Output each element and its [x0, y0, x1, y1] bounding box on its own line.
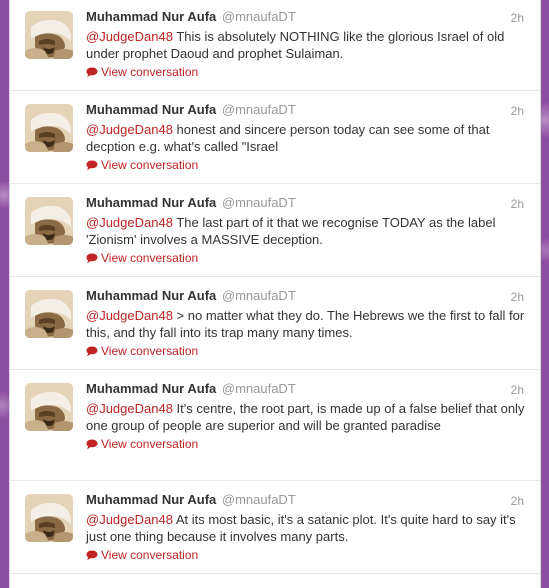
tweet-text: @JudgeDan48 > no matter what they do. Th… [86, 307, 526, 341]
tweet[interactable]: Muhammad Nur Aufa @mnaufaDT 2h @JudgeDan… [10, 277, 540, 370]
avatar-image [25, 104, 73, 152]
view-conversation-link[interactable]: View conversation [86, 65, 526, 80]
view-conversation-label[interactable]: View conversation [101, 251, 198, 266]
speech-bubble-icon [86, 253, 98, 264]
speech-bubble-icon [86, 439, 98, 450]
view-conversation-label[interactable]: View conversation [101, 158, 198, 173]
mention-link[interactable]: @JudgeDan48 [86, 122, 173, 137]
author-fullname[interactable]: Muhammad Nur Aufa [86, 492, 216, 507]
view-conversation-link[interactable]: View conversation [86, 344, 526, 359]
avatar-image [25, 383, 73, 431]
tweet-text: @JudgeDan48 The last part of it that we … [86, 214, 526, 248]
avatar-image [25, 494, 73, 542]
view-conversation-label[interactable]: View conversation [101, 65, 198, 80]
tweet-timestamp[interactable]: 2h [511, 104, 524, 118]
view-conversation-label[interactable]: View conversation [101, 548, 198, 563]
avatar[interactable] [25, 11, 73, 59]
tweet-text: @JudgeDan48 It's centre, the root part, … [86, 400, 526, 434]
tweet-timestamp[interactable]: 2h [511, 197, 524, 211]
avatar-image [25, 197, 73, 245]
tweet[interactable]: Muhammad Nur Aufa @mnaufaDT 2h @JudgeDan… [10, 91, 540, 184]
tweet-header: Muhammad Nur Aufa @mnaufaDT [86, 492, 526, 509]
avatar[interactable] [25, 290, 73, 338]
tweet-text: @JudgeDan48 honest and sincere person to… [86, 121, 526, 155]
author-fullname[interactable]: Muhammad Nur Aufa [86, 9, 216, 24]
avatar[interactable] [25, 494, 73, 542]
tweet-timestamp[interactable]: 2h [511, 290, 524, 304]
author-username[interactable]: @mnaufaDT [222, 492, 296, 507]
tweet-header: Muhammad Nur Aufa @mnaufaDT [86, 9, 526, 26]
author-fullname[interactable]: Muhammad Nur Aufa [86, 195, 216, 210]
author-username[interactable]: @mnaufaDT [222, 195, 296, 210]
tweet-text: @JudgeDan48 This is absolutely NOTHING l… [86, 28, 526, 62]
tweet-timeline: Muhammad Nur Aufa @mnaufaDT 2h @JudgeDan… [9, 0, 541, 588]
tweet-header: Muhammad Nur Aufa @mnaufaDT [86, 381, 526, 398]
mention-link[interactable]: @JudgeDan48 [86, 308, 173, 323]
mention-link[interactable]: @JudgeDan48 [86, 29, 173, 44]
tweet-header: Muhammad Nur Aufa @mnaufaDT [86, 288, 526, 305]
view-conversation-link[interactable]: View conversation [86, 158, 526, 173]
tweet-header: Muhammad Nur Aufa @mnaufaDT [86, 195, 526, 212]
view-conversation-link[interactable]: View conversation [86, 548, 526, 563]
mention-link[interactable]: @JudgeDan48 [86, 401, 173, 416]
author-fullname[interactable]: Muhammad Nur Aufa [86, 381, 216, 396]
tweet-header: Muhammad Nur Aufa @mnaufaDT [86, 102, 526, 119]
view-conversation-label[interactable]: View conversation [101, 437, 198, 452]
tweet-timestamp[interactable]: 2h [511, 494, 524, 508]
author-fullname[interactable]: Muhammad Nur Aufa [86, 102, 216, 117]
tweet-timestamp[interactable]: 2h [511, 383, 524, 397]
tweet[interactable]: Muhammad Nur Aufa @mnaufaDT 2h @JudgeDan… [10, 370, 540, 481]
speech-bubble-icon [86, 550, 98, 561]
tweet[interactable]: Muhammad Nur Aufa @mnaufaDT 2h @JudgeDan… [10, 0, 540, 91]
author-username[interactable]: @mnaufaDT [222, 381, 296, 396]
speech-bubble-icon [86, 346, 98, 357]
view-conversation-link[interactable]: View conversation [86, 437, 526, 452]
view-conversation-link[interactable]: View conversation [86, 251, 526, 266]
author-username[interactable]: @mnaufaDT [222, 9, 296, 24]
author-fullname[interactable]: Muhammad Nur Aufa [86, 288, 216, 303]
avatar[interactable] [25, 197, 73, 245]
tweet-timestamp[interactable]: 2h [511, 11, 524, 25]
tweet[interactable]: Muhammad Nur Aufa @mnaufaDT 2h @JudgeDan… [10, 184, 540, 277]
avatar[interactable] [25, 383, 73, 431]
speech-bubble-icon [86, 67, 98, 78]
avatar-image [25, 290, 73, 338]
mention-link[interactable]: @JudgeDan48 [86, 215, 173, 230]
speech-bubble-icon [86, 160, 98, 171]
view-conversation-label[interactable]: View conversation [101, 344, 198, 359]
tweet[interactable]: Muhammad Nur Aufa @mnaufaDT 2h @JudgeDan… [10, 481, 540, 574]
avatar[interactable] [25, 104, 73, 152]
avatar-image [25, 11, 73, 59]
mention-link[interactable]: @JudgeDan48 [86, 512, 173, 527]
author-username[interactable]: @mnaufaDT [222, 102, 296, 117]
tweet-text: @JudgeDan48 At its most basic, it's a sa… [86, 511, 526, 545]
author-username[interactable]: @mnaufaDT [222, 288, 296, 303]
